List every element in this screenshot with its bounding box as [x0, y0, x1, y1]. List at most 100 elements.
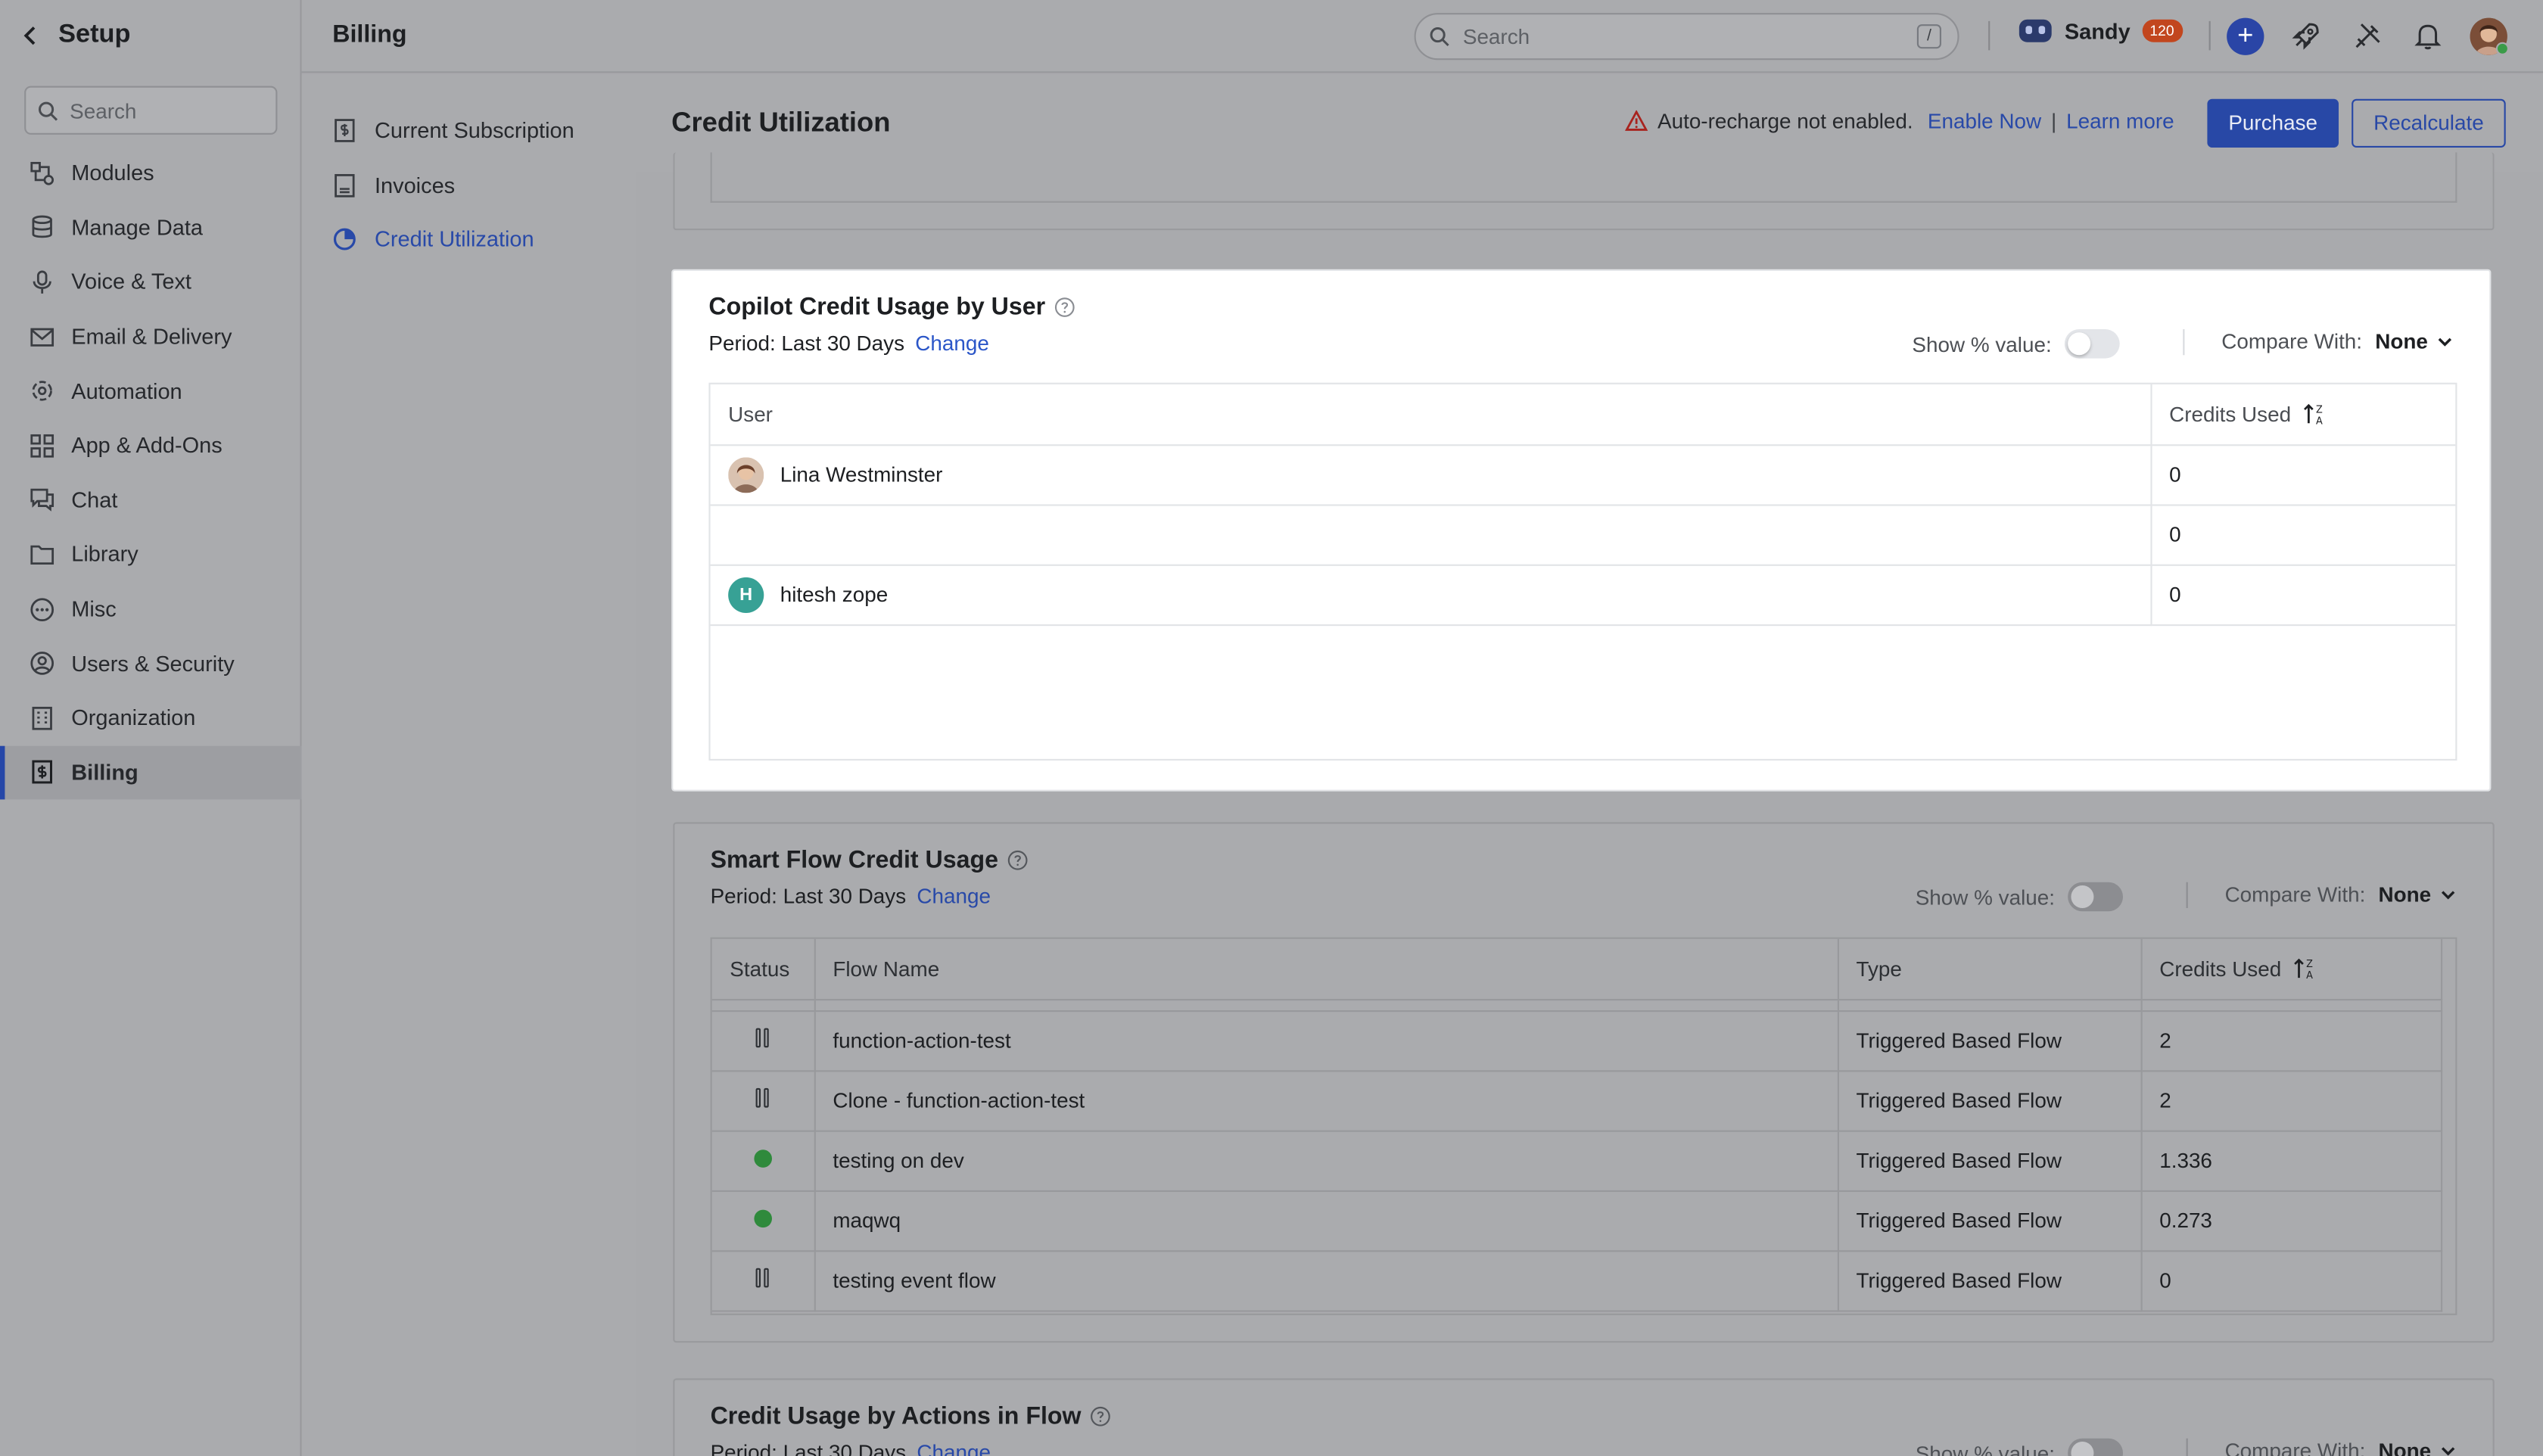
show-percent-control: Show % value:: [1916, 882, 2123, 912]
paused-status-icon: [756, 1268, 770, 1288]
smart-flow-table-container: Status Flow Name Type Credits Used Z A fun…: [710, 937, 2457, 1315]
document-dollar-icon: [335, 119, 355, 143]
sidebar-item-organization[interactable]: Organization: [0, 691, 302, 745]
flow-name-cell: function-action-test: [814, 1010, 1838, 1072]
control-divider: [2183, 329, 2185, 356]
column-header-type[interactable]: Type: [1837, 938, 2142, 1000]
copilot-table: User Credits Used Z A Lina Westminster 0 0…: [710, 384, 2456, 626]
table-row[interactable]: maqwq Triggered Based Flow 0.273: [711, 1190, 2443, 1252]
sidebar-item-app-addons[interactable]: App & Add-Ons: [0, 418, 302, 473]
subnav-item-label: Current Subscription: [374, 119, 574, 144]
show-percent-toggle[interactable]: [2064, 329, 2120, 359]
chat-icon: [30, 489, 54, 512]
purchase-button[interactable]: Purchase: [2207, 98, 2339, 148]
help-icon[interactable]: [1089, 1406, 1110, 1427]
actions-flow-card-title: Credit Usage by Actions in Flow: [711, 1403, 1111, 1430]
sidebar-item-library[interactable]: Library: [0, 527, 302, 582]
top-header: Billing Search / Sandy 120 +: [301, 0, 2543, 73]
table-header-row: Status Flow Name Type Credits Used Z A: [711, 938, 2443, 1000]
sort-ascending-icon[interactable]: ZA: [2302, 402, 2327, 426]
smart-flow-card-title: Smart Flow Credit Usage: [711, 847, 1028, 874]
sort-ascending-icon[interactable]: ZA: [2292, 957, 2317, 981]
table-row[interactable]: Lina Westminster 0: [710, 444, 2456, 506]
account-switcher[interactable]: Sandy 120: [2018, 16, 2183, 45]
credits-cell: 0.273: [2140, 1190, 2443, 1252]
flow-name-cell: testing event flow: [814, 1250, 1838, 1311]
rocket-icon[interactable]: [2290, 20, 2323, 52]
sidebar-item-email-delivery[interactable]: Email & Delivery: [0, 310, 302, 364]
change-period-link[interactable]: Change: [915, 331, 989, 355]
status-cell: [711, 1070, 815, 1131]
status-cell: [711, 1130, 815, 1191]
sidebar-item-voice-text[interactable]: Voice & Text: [0, 255, 302, 310]
search-shortcut-key: /: [1916, 24, 1941, 49]
more-icon: [30, 597, 54, 621]
global-search-input[interactable]: Search /: [1414, 13, 1959, 61]
sidebar-item-automation[interactable]: Automation: [0, 364, 302, 418]
sidebar-item-misc[interactable]: Misc: [0, 582, 302, 636]
global-search-placeholder: Search: [1462, 24, 1530, 49]
column-header-credits[interactable]: Credits Used Z A: [2150, 384, 2456, 446]
show-percent-label: Show % value:: [1912, 331, 2052, 356]
sidebar-item-label: Manage Data: [71, 215, 203, 240]
flow-type-cell: Triggered Based Flow: [1837, 1070, 2142, 1131]
subnav-item-credit-utilization[interactable]: Credit Utilization: [302, 213, 636, 267]
notification-count-badge: 120: [2141, 19, 2183, 42]
tools-icon[interactable]: [2352, 20, 2384, 52]
subnav-item-label: Credit Utilization: [374, 228, 534, 253]
recalculate-button[interactable]: Recalculate: [2352, 98, 2506, 148]
sliver-cell: [814, 999, 1838, 1012]
user-cell: [710, 504, 2152, 565]
svg-text:Z: Z: [2315, 404, 2322, 415]
sidebar-item-chat[interactable]: Chat: [0, 473, 302, 527]
learn-more-link[interactable]: Learn more: [2066, 109, 2174, 133]
create-new-button[interactable]: +: [2227, 17, 2264, 55]
sidebar-item-modules[interactable]: Modules: [0, 146, 302, 201]
table-row[interactable]: function-action-test Triggered Based Flo…: [711, 1010, 2443, 1072]
show-percent-toggle[interactable]: [2068, 882, 2123, 912]
sidebar-item-billing[interactable]: Billing: [0, 745, 302, 800]
column-header-credits[interactable]: Credits Used Z A: [2140, 938, 2443, 1000]
back-chevron-icon[interactable]: [20, 24, 42, 47]
compare-with-value: None: [2378, 882, 2432, 907]
sidebar-nav: Modules Manage Data Voice & Text Email &…: [0, 146, 302, 800]
change-period-link[interactable]: Change: [917, 884, 991, 908]
active-status-dot: [753, 1150, 772, 1168]
help-icon[interactable]: [1007, 850, 1028, 871]
status-cell: [711, 1190, 815, 1252]
folder-icon: [30, 545, 54, 565]
alert-separator: |: [2051, 108, 2057, 133]
copilot-table-container: User Credits Used Z A Lina Westminster 0 0…: [708, 382, 2457, 761]
enable-now-link[interactable]: Enable Now: [1928, 109, 2041, 133]
table-row[interactable]: 0: [710, 504, 2456, 565]
column-header-user[interactable]: User: [710, 384, 2152, 446]
compare-with-dropdown[interactable]: None: [2375, 329, 2454, 353]
subnav-item-invoices[interactable]: Invoices: [302, 158, 636, 213]
sidebar-item-manage-data[interactable]: Manage Data: [0, 201, 302, 255]
bell-icon[interactable]: [2411, 20, 2444, 52]
change-period-link[interactable]: Change: [917, 1440, 991, 1456]
user-avatar-photo: [728, 456, 764, 493]
sidebar-item-label: Modules: [71, 160, 154, 185]
subnav-item-current-subscription[interactable]: Current Subscription: [302, 104, 636, 158]
svg-text:Z: Z: [2305, 959, 2312, 970]
sidebar-item-users-security[interactable]: Users & Security: [0, 636, 302, 691]
table-row[interactable]: testing event flow Triggered Based Flow …: [711, 1250, 2443, 1311]
column-header-flow-name[interactable]: Flow Name: [814, 938, 1838, 1000]
help-icon[interactable]: [1054, 297, 1075, 318]
building-icon: [32, 706, 52, 730]
column-header-status[interactable]: Status: [711, 938, 815, 1000]
show-percent-control: Show % value:: [1912, 329, 2120, 359]
table-row[interactable]: H hitesh zope 0: [710, 564, 2456, 626]
compare-with-dropdown[interactable]: None: [2379, 882, 2457, 907]
compare-with-dropdown[interactable]: None: [2379, 1439, 2457, 1456]
compare-with-label: Compare With:: [2224, 882, 2366, 907]
table-row[interactable]: testing on dev Triggered Based Flow 1.33…: [711, 1130, 2443, 1191]
search-icon: [1430, 26, 1449, 47]
table-row[interactable]: Clone - function-action-test Triggered B…: [711, 1070, 2443, 1131]
user-name: hitesh zope: [780, 582, 889, 607]
online-status-dot: [2495, 42, 2509, 55]
show-percent-toggle[interactable]: [2068, 1438, 2123, 1456]
sidebar-search-input[interactable]: Search: [24, 86, 278, 135]
user-name: Lina Westminster: [780, 462, 943, 487]
